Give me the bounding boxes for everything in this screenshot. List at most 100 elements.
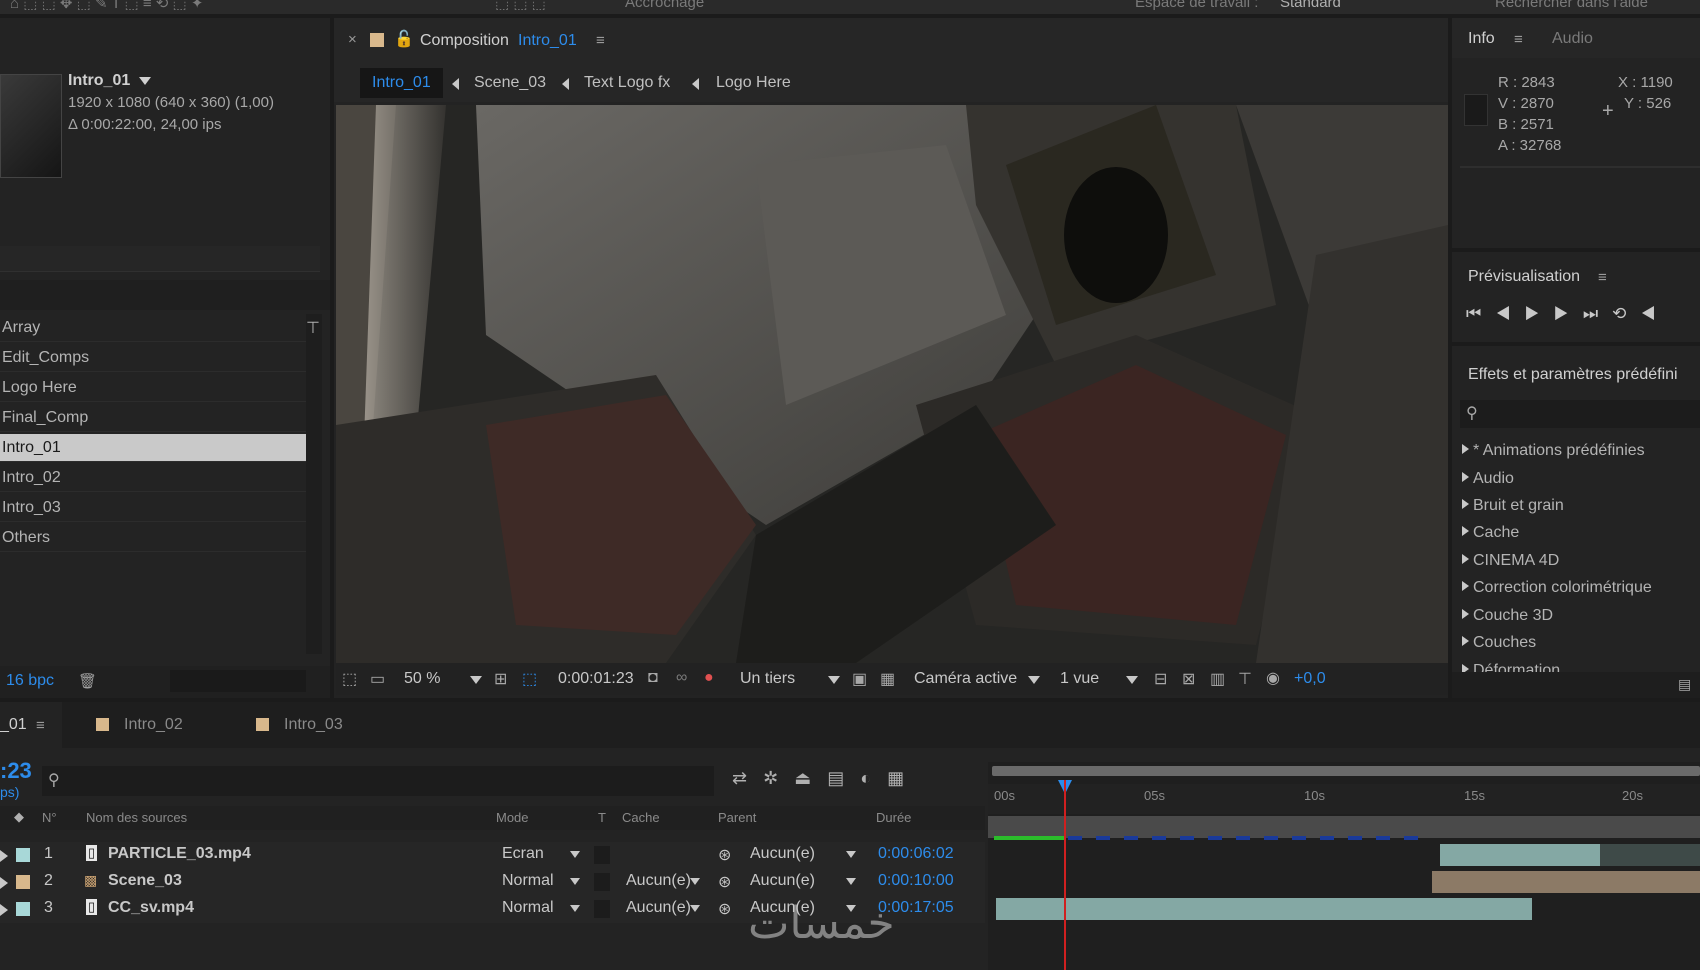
flowchart-icon[interactable]: ⊤ — [306, 318, 320, 338]
layer-bar-1[interactable] — [1440, 844, 1600, 866]
panel-comp-name[interactable]: Intro_01 — [518, 32, 577, 50]
expand-icon[interactable] — [0, 877, 8, 889]
chevron-down-icon[interactable] — [846, 851, 856, 858]
exposure-icon[interactable]: ◉ — [1266, 668, 1280, 688]
first-frame-icon[interactable]: ⏮ — [1466, 304, 1495, 323]
list-item[interactable]: Audio — [1462, 470, 1514, 488]
table-row[interactable]: 1 ▯ PARTICLE_03.mp4 Ecran ⊛ Aucun(e) 0:0… — [0, 842, 985, 869]
project-footer-scroll[interactable] — [170, 670, 306, 692]
chevron-down-icon[interactable] — [828, 676, 840, 684]
composition-mini-flowchart-icon[interactable]: ⇄ — [732, 768, 763, 788]
bpc-toggle[interactable]: 16 bpc — [6, 672, 54, 690]
list-item[interactable]: Couche 3D — [1462, 607, 1553, 625]
region-icon[interactable]: ▣ — [852, 669, 867, 689]
list-item[interactable]: Intro_03 — [0, 494, 306, 522]
last-frame-icon[interactable]: ⏭ — [1583, 304, 1612, 323]
play-icon[interactable]: ▶ — [1524, 304, 1553, 323]
graph-editor-icon[interactable]: ▦ — [887, 768, 920, 788]
tab-intro-03[interactable]: Intro_03 — [250, 702, 380, 748]
track-matte-box[interactable] — [594, 900, 610, 918]
flowchart-icon[interactable]: ⊤ — [1238, 669, 1252, 689]
snapping-label[interactable]: Accrochage — [625, 0, 704, 11]
transparency-grid-icon[interactable]: ▦ — [880, 669, 895, 689]
col-name[interactable]: Nom des sources — [86, 810, 187, 825]
loop-icon[interactable]: ⟲ — [1612, 304, 1640, 323]
expand-icon[interactable] — [0, 850, 8, 862]
chevron-down-icon[interactable] — [138, 76, 151, 85]
chevron-down-icon[interactable] — [690, 878, 700, 885]
tools-strip[interactable]: ⌂ ⬚ ⬚ ✥ ⬚ ✎ T ⬚ ≡ ⟲ ⬚ ✦ — [10, 0, 203, 12]
layer-bar-3[interactable] — [996, 898, 1532, 920]
link-icon[interactable]: ∞ — [676, 669, 687, 687]
tab-audio[interactable]: Audio — [1552, 30, 1593, 48]
list-item[interactable]: Correction colorimétrique — [1462, 579, 1652, 597]
layer-name[interactable]: CC_sv.mp4 — [108, 899, 194, 917]
color-channels-icon[interactable]: ● — [704, 669, 714, 687]
motion-blur-icon[interactable]: ◐ — [860, 768, 887, 788]
list-item[interactable]: Couches — [1462, 634, 1536, 652]
snapshot-region-icon[interactable]: ⬚ — [342, 669, 357, 689]
breadcrumb-item[interactable]: Logo Here — [716, 74, 791, 92]
effects-search-input[interactable]: ⚲ — [1460, 400, 1700, 428]
panel-menu-icon[interactable]: ≡ — [1598, 269, 1607, 286]
snap-icons[interactable]: ⬚ ⬚ ⬚ — [495, 0, 546, 12]
resolution-select[interactable]: Un tiers — [740, 670, 795, 688]
label-icon[interactable]: ◆ — [14, 809, 24, 825]
fast-preview-icon[interactable]: ⊠ — [1182, 669, 1195, 689]
chevron-down-icon[interactable] — [570, 878, 580, 885]
camera-icon[interactable]: ◘ — [648, 669, 658, 687]
crop-icon[interactable]: ⬚ — [522, 669, 537, 689]
views-select[interactable]: 1 vue — [1060, 670, 1099, 688]
list-item[interactable]: Array — [0, 314, 306, 342]
layer-search-input[interactable]: ⚲ — [42, 766, 714, 796]
list-item[interactable]: Cache — [1462, 524, 1519, 542]
list-item[interactable]: Edit_Comps — [0, 344, 306, 372]
chevron-down-icon[interactable] — [1126, 676, 1138, 684]
time-ruler[interactable]: 00s 05s 10s 15s 20s — [988, 784, 1700, 814]
label-color-swatch[interactable] — [16, 875, 30, 889]
tab-active[interactable]: _01 ≡ — [0, 702, 62, 748]
zoom-select[interactable]: 50 % — [404, 670, 440, 688]
pickwhip-icon[interactable]: ⊛ — [718, 872, 731, 892]
layer-name[interactable]: Scene_03 — [108, 872, 182, 890]
mode-select[interactable]: Normal — [502, 899, 554, 917]
new-folder-icon[interactable]: ▤ — [1678, 676, 1691, 693]
help-search[interactable]: Rechercher dans l'aide — [1495, 0, 1648, 11]
chevron-down-icon[interactable] — [1028, 676, 1040, 684]
breadcrumb-item[interactable]: Scene_03 — [474, 74, 546, 92]
mode-select[interactable]: Normal — [502, 872, 554, 890]
shy-icon[interactable]: ⏏ — [794, 768, 827, 788]
frame-blending-icon[interactable]: ▤ — [827, 768, 860, 788]
current-time[interactable]: :23 — [0, 758, 32, 784]
lock-icon[interactable]: 🔓 — [394, 29, 414, 49]
panel-menu-icon[interactable]: ≡ — [36, 717, 45, 734]
chevron-down-icon[interactable] — [570, 905, 580, 912]
panel-menu-icon[interactable]: ≡ — [596, 32, 605, 49]
list-item[interactable]: Déformation — [1462, 662, 1560, 672]
expand-icon[interactable] — [0, 904, 8, 916]
cache-select[interactable]: Aucun(e) — [626, 872, 691, 890]
camera-select[interactable]: Caméra active — [914, 670, 1017, 688]
pickwhip-icon[interactable]: ⊛ — [718, 845, 731, 865]
list-item[interactable]: * Animations prédéfinies — [1462, 442, 1645, 460]
mode-select[interactable]: Ecran — [502, 845, 544, 863]
table-row[interactable]: 2 ▩ Scene_03 Normal Aucun(e) ⊛ Aucun(e) … — [0, 869, 985, 896]
toggle-pixel-icon[interactable]: ⊟ — [1154, 669, 1167, 689]
close-icon[interactable]: × — [348, 31, 357, 48]
track-matte-box[interactable] — [594, 846, 610, 864]
list-item[interactable]: Bruit et grain — [1462, 497, 1564, 515]
track-matte-box[interactable] — [594, 873, 610, 891]
panel-menu-icon[interactable]: ≡ — [1514, 31, 1523, 48]
work-area-bar[interactable] — [992, 766, 1700, 776]
layer-bar-2[interactable] — [1432, 871, 1700, 893]
chevron-down-icon[interactable] — [570, 851, 580, 858]
label-color-swatch[interactable] — [16, 902, 30, 916]
parent-select[interactable]: Aucun(e) — [750, 872, 815, 890]
list-item[interactable]: CINEMA 4D — [1462, 552, 1559, 570]
project-scrollbar[interactable] — [306, 314, 322, 654]
list-item[interactable]: Logo Here — [0, 374, 306, 402]
prev-frame-icon[interactable]: ◀ — [1495, 304, 1524, 323]
cache-select[interactable]: Aucun(e) — [626, 899, 691, 917]
list-item[interactable]: Intro_02 — [0, 464, 306, 492]
exposure-value[interactable]: +0,0 — [1294, 670, 1326, 688]
